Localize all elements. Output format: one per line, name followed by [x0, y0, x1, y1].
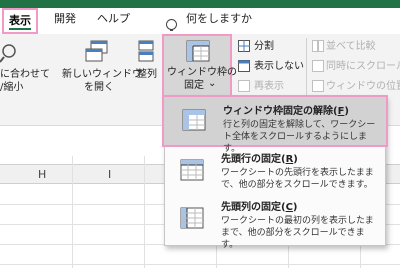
arrange-all-button[interactable]: 整列: [137, 68, 157, 81]
title-end: ): [293, 154, 298, 165]
lightbulb-icon: [166, 19, 177, 31]
reset-window-position-icon: [312, 80, 324, 92]
zoom-to-selection-icon: [0, 44, 16, 63]
hide-window-icon: [238, 60, 250, 72]
menu-item-title: 先頭行の固定(R): [221, 153, 298, 166]
tell-me-search[interactable]: 何をしますか: [186, 12, 252, 26]
title-end: ): [292, 202, 298, 213]
tab-active-underline: [9, 28, 31, 30]
title-text: 先頭行の固定(: [221, 154, 286, 165]
new-window-label1[interactable]: 新しいウィンドウ: [62, 68, 142, 81]
title-text: ウィンドウ枠固定の解除(: [223, 106, 338, 117]
access-key: C: [285, 202, 293, 213]
menu-item-title: 先頭列の固定(C): [221, 201, 298, 214]
tab-developer[interactable]: 開発: [54, 12, 76, 26]
menu-item-desc-line1: ワークシートの先頭行を表示したまま: [221, 168, 374, 178]
freeze-first-column-icon: [180, 207, 204, 229]
menu-item-freeze-top-row[interactable]: 先頭行の固定(R) ワークシートの先頭行を表示したまま で、他の部分をスクロール…: [165, 149, 387, 197]
grid-row-line: [0, 264, 400, 265]
tab-view[interactable]: 表示: [2, 8, 38, 34]
freeze-top-row-icon: [180, 159, 204, 181]
view-side-by-side-button[interactable]: 並べて比較: [326, 40, 376, 53]
menu-item-unfreeze-panes[interactable]: ウィンドウ枠固定の解除(F) 行と列の固定を解除して、ワークシー ト全体をスクロ…: [162, 95, 388, 154]
unhide-window-button[interactable]: 再表示: [254, 80, 284, 93]
zoom-to-selection-label2[interactable]: /縮小: [0, 81, 23, 94]
freeze-panes-menu: ウィンドウ枠固定の解除(F) 行と列の固定を解除して、ワークシー ト全体をスクロ…: [162, 95, 388, 250]
menu-item-desc-line2: で、他の部分をスクロールできます。: [221, 180, 373, 190]
reset-window-position-button[interactable]: ウィンドウの位置を: [326, 80, 400, 93]
new-window-icon: [85, 40, 108, 62]
zoom-to-selection-label1[interactable]: に合わせて: [0, 68, 50, 81]
chevron-down-icon: ⌄: [208, 78, 217, 89]
column-header-i[interactable]: I: [108, 168, 111, 181]
unfreeze-panes-icon: [182, 109, 206, 131]
menu-item-freeze-first-column[interactable]: 先頭列の固定(C) ワークシートの最初の列を表示したま まで、他の部分をスクロー…: [165, 197, 387, 250]
menu-item-title: ウィンドウ枠固定の解除(F): [223, 105, 349, 118]
grid-column-line: [72, 156, 73, 268]
hide-window-button[interactable]: 表示しない: [254, 60, 304, 73]
split-button[interactable]: 分割: [254, 40, 274, 53]
ribbon-separator: [306, 38, 307, 98]
side-by-side-icon: [312, 40, 324, 52]
menu-item-desc-line1: 行と列の固定を解除して、ワークシー: [223, 120, 376, 130]
column-header-h[interactable]: H: [38, 168, 46, 181]
unhide-window-icon: [238, 80, 250, 92]
freeze-panes-button[interactable]: ウィンドウ枠の 固定 ⌄: [162, 34, 237, 98]
menu-item-desc-line2: まで、他の部分をスクロールできます。: [221, 228, 365, 250]
menu-item-desc-line1: ワークシートの最初の列を表示したま: [221, 216, 374, 226]
title-end: ): [344, 106, 349, 117]
ribbon-tabs: 表示 開発 ヘルプ 何をしますか: [0, 8, 400, 34]
title-bar-strip: [0, 0, 400, 8]
tab-help[interactable]: ヘルプ: [97, 12, 130, 26]
sync-scroll-icon: [312, 60, 324, 72]
arrange-all-icon: [138, 40, 154, 62]
tab-view-label: 表示: [9, 14, 31, 27]
split-icon: [238, 40, 250, 52]
title-text: 先頭列の固定(: [221, 202, 286, 213]
synchronous-scrolling-button[interactable]: 同時にスクロール: [326, 60, 400, 73]
freeze-panes-label1: ウィンドウ枠の: [167, 67, 237, 78]
freeze-panes-label2: 固定: [184, 80, 204, 91]
grid-column-line: [144, 156, 145, 268]
freeze-panes-icon: [186, 40, 210, 62]
new-window-label2[interactable]: を開く: [84, 81, 114, 94]
